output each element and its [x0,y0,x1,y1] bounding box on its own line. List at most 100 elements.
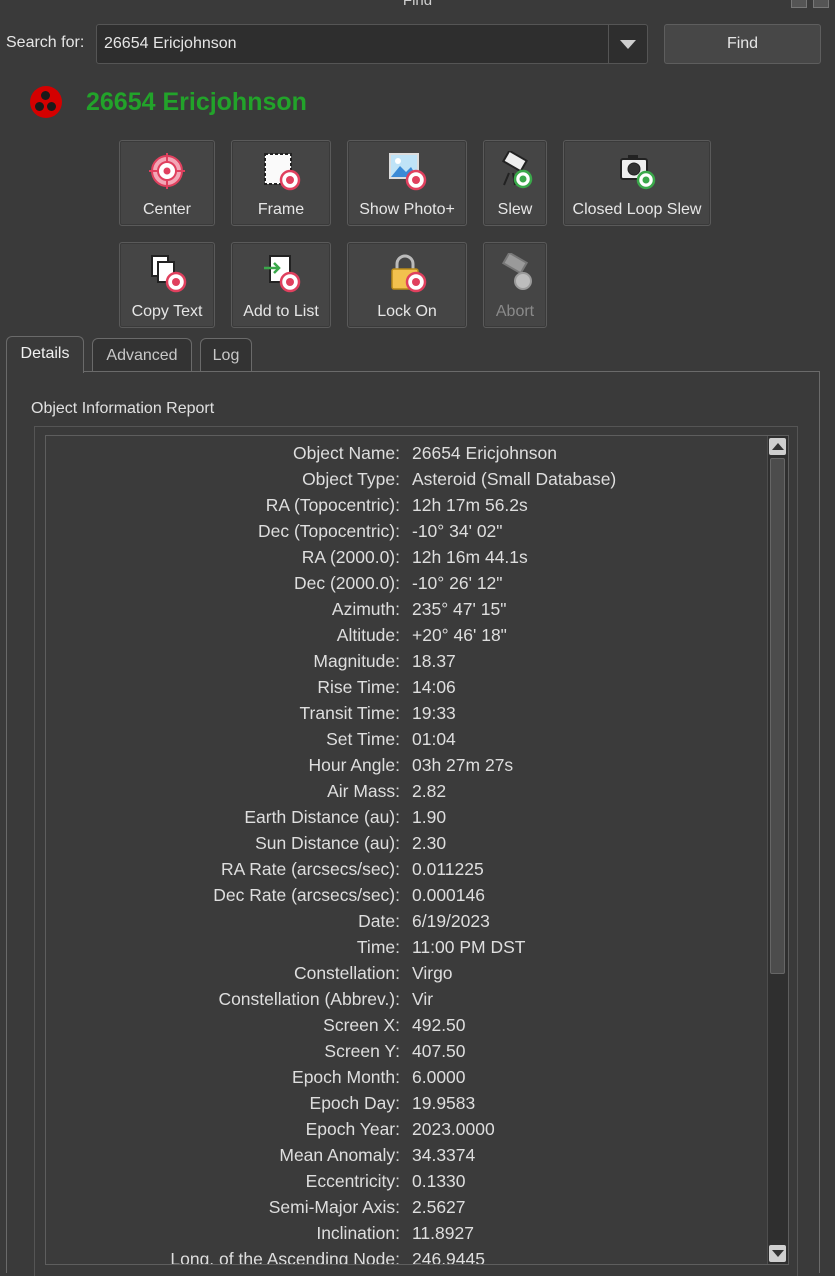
report-row: Hour Angle: 03h 27m 27s [46,752,766,778]
report-value: 246.9445 [412,1249,485,1265]
closed-loop-slew-button[interactable]: Closed Loop Slew [563,140,711,226]
report-key: Sun Distance (au): [255,833,400,853]
report-row: Eccentricity: 0.1330 [46,1168,766,1194]
report-key: Constellation (Abbrev.): [218,989,400,1009]
title-bar: Find [0,0,835,10]
report-row: Screen X: 492.50 [46,1012,766,1038]
report-value: 34.3374 [412,1145,476,1165]
chevron-down-icon[interactable] [608,25,647,63]
report-title: Object Information Report [31,400,215,417]
report-row: Screen Y: 407.50 [46,1038,766,1064]
lock-on-button[interactable]: Lock On [347,242,467,328]
report-value: 2.30 [412,833,447,853]
report-key: Mean Anomaly: [279,1145,400,1165]
window-title: Find [402,0,433,9]
report-key: Inclination: [316,1223,400,1243]
center-label: Center [142,201,192,218]
scroll-up-icon[interactable] [769,438,786,455]
camera-icon [620,155,656,190]
report-key: Epoch Day: [309,1093,400,1113]
report-key: Constellation: [293,963,400,983]
abort-label: Abort [495,303,535,320]
report-key: Transit Time: [299,703,400,723]
center-button[interactable]: Center [119,140,215,226]
report-group: Object Name: 26654 Ericjohnson Object Type… [34,426,798,1276]
search-input[interactable]: 26654 Ericjohnson [104,35,237,53]
scroll-down-icon[interactable] [769,1245,786,1262]
report-value: 407.50 [412,1041,466,1061]
report-row: Date: 6/19/2023 [46,908,766,934]
report-row: Set Time: 01:04 [46,726,766,752]
report-row: Object Type: Asteroid (Small Database) [46,466,766,492]
report-value: 6/19/2023 [412,911,490,931]
report-key: Dec Rate (arcsecs/sec): [213,885,400,905]
report-row: Constellation (Abbrev.): Vir [46,986,766,1012]
report-value: -10° 26' 12" [412,573,503,593]
report-key: Dec (2000.0): [293,573,400,593]
report-row: Time: 11:00 PM DST [46,934,766,960]
search-combobox[interactable]: 26654 Ericjohnson [96,24,648,64]
report-key: Eccentricity: [305,1171,400,1191]
copy-text-label: Copy Text [131,303,203,320]
report-value: Virgo [412,963,453,983]
telescope-icon [501,151,533,189]
copy-text-button[interactable]: Copy Text [119,242,215,328]
report-value: 11:00 PM DST [412,937,526,957]
report-value: 235° 47' 15" [412,599,507,619]
report-value: 2023.0000 [412,1119,495,1139]
slew-button[interactable]: Slew [483,140,547,226]
report-value: 6.0000 [412,1067,466,1087]
report-value: 11.8927 [412,1223,474,1243]
report-row: Sun Distance (au): 2.30 [46,830,766,856]
report-row: Epoch Day: 19.9583 [46,1090,766,1116]
report-value: 12h 16m 44.1s [412,547,528,567]
tab-details[interactable]: Details [6,336,84,373]
close-icon[interactable] [813,0,829,8]
abort-telescope-icon [501,253,532,290]
report-row: Earth Distance (au): 1.90 [46,804,766,830]
report-row: RA (Topocentric): 12h 17m 56.2s [46,492,766,518]
report-key: Epoch Year: [305,1119,400,1139]
report-key: Date: [358,911,400,931]
report-value: 492.50 [412,1015,466,1035]
report-row: Epoch Month: 6.0000 [46,1064,766,1090]
report-value: 03h 27m 27s [412,755,514,775]
frame-icon [264,153,301,191]
frame-button[interactable]: Frame [231,140,331,226]
tab-advanced[interactable]: Advanced [92,338,192,372]
find-button[interactable]: Find [664,24,821,64]
report-row: Inclination: 11.8927 [46,1220,766,1246]
report-value: Asteroid (Small Database) [412,469,617,489]
report-key: Epoch Month: [292,1067,400,1087]
report-row: Azimuth: 235° 47' 15" [46,596,766,622]
report-key: Object Type: [302,469,400,489]
report-row: Dec (2000.0): -10° 26' 12" [46,570,766,596]
show-photo-label: Show Photo+ [359,201,455,218]
report-row: Long. of the Ascending Node: 246.9445 [46,1246,766,1265]
add-to-list-button[interactable]: Add to List [231,242,331,328]
report-row: Object Name: 26654 Ericjohnson [46,440,766,466]
report-key: Rise Time: [317,677,400,697]
report-row: Epoch Year: 2023.0000 [46,1116,766,1142]
report-scrollbar[interactable] [767,436,788,1264]
object-report[interactable]: Object Name: 26654 Ericjohnson Object Type… [45,435,789,1265]
photo-icon [389,153,427,191]
report-row: Rise Time: 14:06 [46,674,766,700]
report-row: Transit Time: 19:33 [46,700,766,726]
report-key: Magnitude: [313,651,400,671]
details-panel: Object Information Report Object Name: 26… [6,371,820,1276]
tab-log[interactable]: Log [200,338,252,372]
slew-label: Slew [497,201,533,218]
report-key: Dec (Topocentric): [258,521,400,541]
show-photo-button[interactable]: Show Photo+ [347,140,467,226]
scroll-thumb[interactable] [770,458,785,974]
restore-icon[interactable] [791,0,807,8]
report-row: Dec (Topocentric): -10° 34' 02" [46,518,766,544]
report-value: 0.011225 [412,859,484,879]
lock-on-label: Lock On [377,303,437,320]
report-key: RA (Topocentric): [265,495,400,515]
report-value: 12h 17m 56.2s [412,495,528,515]
closed-loop-slew-label: Closed Loop Slew [572,201,702,218]
abort-button[interactable]: Abort [483,242,547,328]
report-key: Set Time: [326,729,400,749]
